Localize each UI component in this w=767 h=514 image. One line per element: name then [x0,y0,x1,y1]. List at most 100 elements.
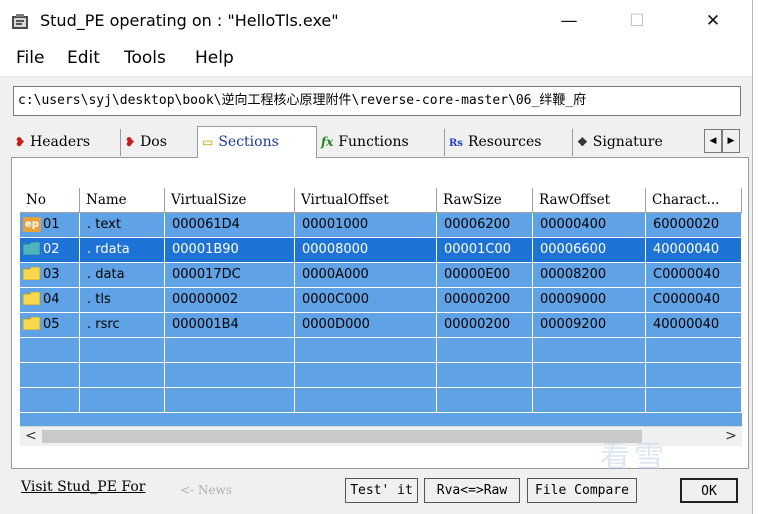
column-header-charact[interactable]: Charact... [646,188,742,213]
menu-edit[interactable]: Edit [67,48,100,68]
cell-virtualoffset: 00008000 [295,238,437,263]
column-header-virtualoffset[interactable]: VirtualOffset [295,188,437,213]
folder-icon [23,292,41,305]
dos-icon: ❥ [125,135,136,149]
row-number: 05 [43,317,60,332]
tab-strip: ❥ Headers ❥ Dos ▭ Sections fx Functions Rs Re… [11,126,751,158]
scroll-thumb[interactable] [42,430,642,443]
tab-dos[interactable]: ❥ Dos [121,129,199,156]
row-number: 02 [43,242,60,257]
cell-rawoffset: 00008200 [533,263,646,288]
cell-name: . rsrc [80,313,165,338]
cell-name: . data [80,263,165,288]
stud-pe-app-icon [12,14,28,29]
resources-icon: Rs [449,138,463,149]
column-header-virtualsize[interactable]: VirtualSize [165,188,295,213]
file-compare-button[interactable]: File Compare [527,478,637,503]
visit-forum-link[interactable]: Visit Stud_PE For [21,479,145,495]
cell-rawoffset: 00000400 [533,213,646,238]
table-row[interactable]: 03 . data 000017DC 0000A000 00000E00 000… [20,263,742,288]
cell-virtualoffset: 0000A000 [295,263,437,288]
empty-row [20,363,742,388]
cell-no: ep 01 [20,213,80,238]
tab-functions-label: Functions [338,134,409,150]
scroll-right-button[interactable]: > [720,427,742,446]
headers-icon: ❥ [15,135,26,149]
empty-row [20,338,742,363]
tab-resources-label: Resources [467,134,542,150]
sections-grid: No Name VirtualSize VirtualOffset RawSiz… [20,188,742,426]
cell-name: . text [80,213,165,238]
column-header-no[interactable]: No [20,188,80,213]
cell-charact: C0000040 [646,263,742,288]
table-row[interactable]: 05 . rsrc 000001B4 0000D000 00000200 000… [20,313,742,338]
row-number: 01 [43,217,60,232]
menu-file[interactable]: File [16,48,44,68]
cell-rawsize: 00006200 [437,213,533,238]
cell-virtualoffset: 0000C000 [295,288,437,313]
tab-functions[interactable]: fx Functions [317,129,445,156]
folder-icon [23,242,41,255]
cell-virtualsize: 000001B4 [165,313,295,338]
column-header-rawsize[interactable]: RawSize [437,188,533,213]
window-title: Stud_PE operating on : "HelloTls.exe" [40,11,339,30]
cell-charact: 40000040 [646,238,742,263]
file-path-field[interactable]: c:\users\syj\desktop\book\逆向工程核心原理附件\rev… [13,86,741,116]
cell-rawoffset: 00009000 [533,288,646,313]
empty-row [20,388,742,413]
column-header-rawoffset[interactable]: RawOffset [533,188,646,213]
cell-virtualoffset: 0000D000 [295,313,437,338]
cell-rawsize: 00000200 [437,288,533,313]
ok-button[interactable]: OK [680,478,738,503]
sections-icon: ▭ [202,135,214,149]
cell-no: 05 [20,313,80,338]
functions-icon: fx [321,135,334,149]
cell-rawsize: 00001C00 [437,238,533,263]
minimize-button[interactable]: — [546,0,592,42]
table-row[interactable]: 04 . tls 00000002 0000C000 00000200 0000… [20,288,742,313]
news-label: <- News [180,483,232,497]
table-row-selected[interactable]: 02 . rdata 00001B90 00008000 00001C00 00… [20,238,742,263]
menu-tools[interactable]: Tools [124,48,166,68]
test-it-button[interactable]: Test' it [345,478,418,503]
cell-no: 02 [20,238,80,263]
cell-rawsize: 00000E00 [437,263,533,288]
cell-rawsize: 00000200 [437,313,533,338]
cell-no: 04 [20,288,80,313]
cell-rawoffset: 00006600 [533,238,646,263]
folder-icon [23,267,41,280]
sections-panel: No Name VirtualSize VirtualOffset RawSiz… [11,157,749,469]
cell-virtualsize: 000061D4 [165,213,295,238]
cell-charact: 60000020 [646,213,742,238]
column-header-name[interactable]: Name [80,188,165,213]
tab-dos-label: Dos [140,134,167,150]
folder-icon [23,317,41,330]
menu-bar: File Edit Tools Help [0,42,752,77]
tab-signature[interactable]: ❖ Signature [573,129,703,156]
tab-sections[interactable]: ▭ Sections [197,126,317,158]
cell-virtualsize: 000017DC [165,263,295,288]
cell-name: . tls [80,288,165,313]
cell-charact: 40000040 [646,313,742,338]
tab-scroll-left-button[interactable]: ◀ [704,129,722,153]
title-bar: Stud_PE operating on : "HelloTls.exe" — … [0,0,752,42]
row-number: 03 [43,267,60,282]
entry-point-icon: ep [23,217,41,232]
table-row[interactable]: ep 01 . text 000061D4 00001000 00006200 0… [20,213,742,238]
tab-resources[interactable]: Rs Resources [445,129,573,156]
scroll-left-button[interactable]: < [20,427,42,446]
cell-virtualsize: 00000002 [165,288,295,313]
tab-scroll-right-button[interactable]: ▶ [722,129,740,153]
tab-sections-label: Sections [218,134,279,150]
tab-headers[interactable]: ❥ Headers [11,129,121,156]
grid-header-row: No Name VirtualSize VirtualOffset RawSiz… [20,188,742,213]
maximize-button[interactable]: ☐ [614,0,660,42]
kanxue-watermark: 看雪 [600,440,668,475]
signature-icon: ❖ [577,135,588,149]
row-number: 04 [43,292,60,307]
cell-rawoffset: 00009200 [533,313,646,338]
close-button[interactable]: ✕ [690,0,736,42]
rva-raw-button[interactable]: Rva<=>Raw [424,478,520,503]
tab-headers-label: Headers [30,134,91,150]
menu-help[interactable]: Help [195,48,234,68]
